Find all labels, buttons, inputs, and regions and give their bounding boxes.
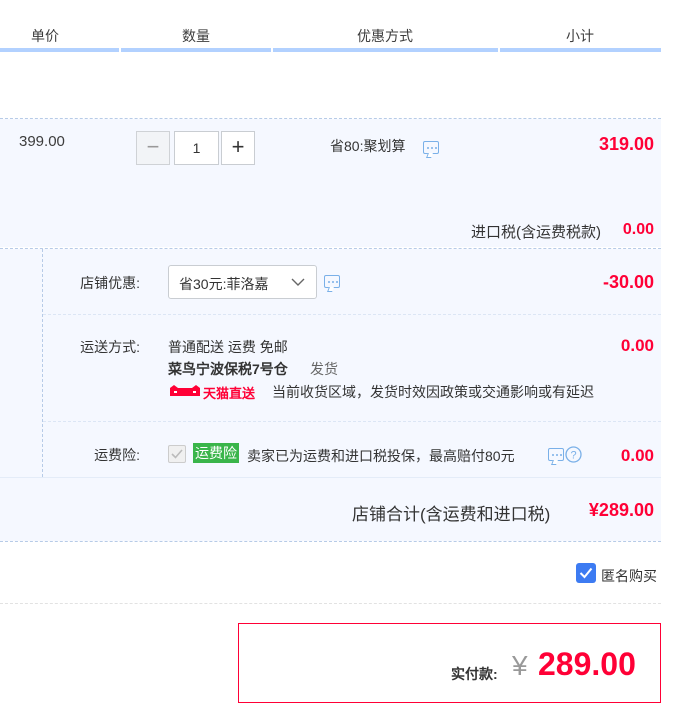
quantity-input[interactable]: 1	[174, 131, 219, 165]
coupon-label: 店铺优惠:	[80, 275, 140, 291]
insurance-text: 卖家已为运费和进口税投保，最高赔付80元	[247, 448, 515, 464]
check-icon	[579, 567, 593, 579]
svg-text:?: ?	[570, 450, 576, 462]
shipping-label: 运送方式:	[80, 339, 140, 355]
payment-summary-box: 实付款: ¥ 289.00	[238, 623, 661, 703]
divider	[43, 314, 661, 315]
quantity-decrease-button[interactable]: −	[136, 131, 170, 165]
insurance-value: 0.00	[620, 446, 654, 465]
quantity-increase-button[interactable]: +	[221, 131, 255, 165]
check-icon	[171, 449, 183, 459]
shipping-value: 0.00	[620, 336, 654, 355]
divider	[0, 603, 661, 604]
chat-icon[interactable]	[548, 448, 564, 461]
header-underline	[500, 48, 661, 52]
shop-total-value: ¥289.00	[588, 500, 654, 520]
divider	[0, 541, 661, 542]
anonymous-label[interactable]: 匿名购买	[601, 566, 657, 586]
insurance-badge: 运费险	[193, 443, 239, 463]
chat-icon[interactable]	[324, 275, 340, 288]
warehouse-name: 菜鸟宁波保税7号仓	[168, 361, 288, 377]
tmall-direct-label: 天猫直送	[203, 386, 256, 401]
divider	[43, 421, 661, 422]
header-underline	[0, 48, 119, 52]
insurance-label: 运费险:	[94, 447, 140, 463]
header-underline	[121, 48, 271, 52]
import-tax-value: 0.00	[622, 221, 654, 238]
coupon-selected-value: 省30元:菲洛嘉	[179, 276, 269, 292]
shipping-notice: 当前收货区域，发货时效因政策或交通影响或有延迟	[272, 384, 594, 400]
anonymous-checkbox[interactable]	[576, 563, 596, 583]
header-underline	[273, 48, 498, 52]
item-unit-price: 399.00	[19, 133, 65, 150]
coupon-select[interactable]: 省30元:菲洛嘉	[168, 265, 317, 299]
shipping-method: 普通配送 运费 免邮	[168, 339, 288, 355]
item-subtotal: 319.00	[598, 134, 654, 154]
payment-label: 实付款:	[451, 666, 498, 682]
dispatch-text: 发货	[310, 361, 338, 377]
coupon-value: -30.00	[602, 272, 654, 292]
insurance-checkbox[interactable]	[168, 445, 186, 463]
chat-icon[interactable]	[423, 141, 439, 154]
divider	[42, 249, 43, 477]
item-promotion: 省80:聚划算	[330, 138, 406, 154]
tmall-cat-icon	[170, 385, 200, 396]
divider	[0, 477, 661, 478]
payment-amount: 289.00	[538, 646, 636, 682]
import-tax-label: 进口税(含运费税款)	[471, 224, 601, 241]
shop-total-label: 店铺合计(含运费和进口税)	[352, 505, 551, 524]
chevron-down-icon	[291, 278, 305, 286]
payment-currency: ¥	[512, 650, 528, 681]
